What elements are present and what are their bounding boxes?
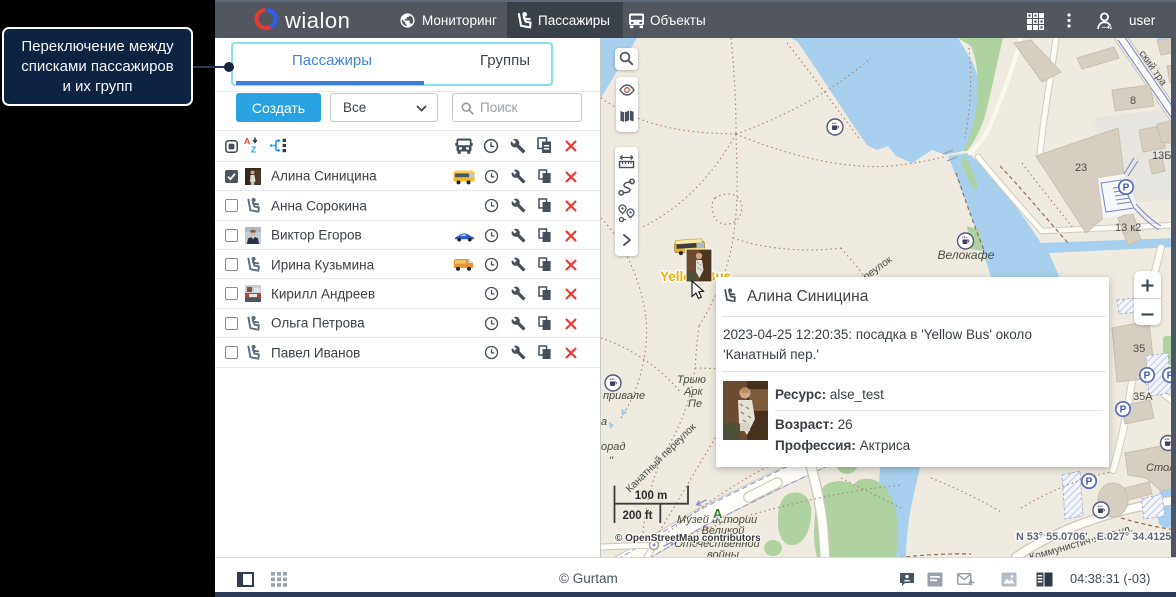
svg-text:войны: войны — [707, 549, 739, 557]
svg-text:ский тра: ский тра — [1137, 49, 1169, 88]
svg-text:Арк: Арк — [683, 386, 703, 398]
svg-text:100 m: 100 m — [635, 490, 668, 502]
svg-text:А: А — [713, 506, 723, 521]
svg-text:N 53° 55.0706' , E 027° 34.412: N 53° 55.0706' , E 027° 34.4125' — [1016, 531, 1174, 543]
svg-text:орад: орад — [601, 441, 625, 453]
svg-text:35: 35 — [1133, 343, 1145, 355]
svg-text:8: 8 — [1130, 95, 1136, 107]
svg-text:P: P — [1123, 183, 1130, 194]
svg-text:P: P — [1086, 477, 1093, 488]
svg-text:13 к2: 13 к2 — [1115, 222, 1141, 234]
svg-text:а: а — [601, 416, 607, 428]
svg-text:привале: привале — [603, 390, 645, 402]
svg-text:35А: 35А — [1133, 391, 1153, 403]
svg-text:P: P — [1144, 371, 1151, 382]
svg-text:Трыю: Трыю — [677, 374, 706, 386]
svg-text:Пе: Пе — [688, 398, 702, 410]
svg-text:": " — [609, 455, 614, 467]
svg-text:A: A — [244, 137, 250, 146]
svg-text:Канатный переулок: Канатный переулок — [624, 421, 699, 495]
svg-text:13Б: 13Б — [1152, 150, 1171, 162]
svg-text:23: 23 — [1075, 162, 1087, 174]
svg-text:200 ft: 200 ft — [622, 510, 652, 522]
svg-text:P: P — [1120, 405, 1127, 416]
svg-text:Z: Z — [251, 145, 256, 154]
svg-text:Велокафе: Велокафе — [938, 248, 995, 262]
svg-text:© OpenStreetMap contributors: © OpenStreetMap contributors — [615, 533, 761, 544]
